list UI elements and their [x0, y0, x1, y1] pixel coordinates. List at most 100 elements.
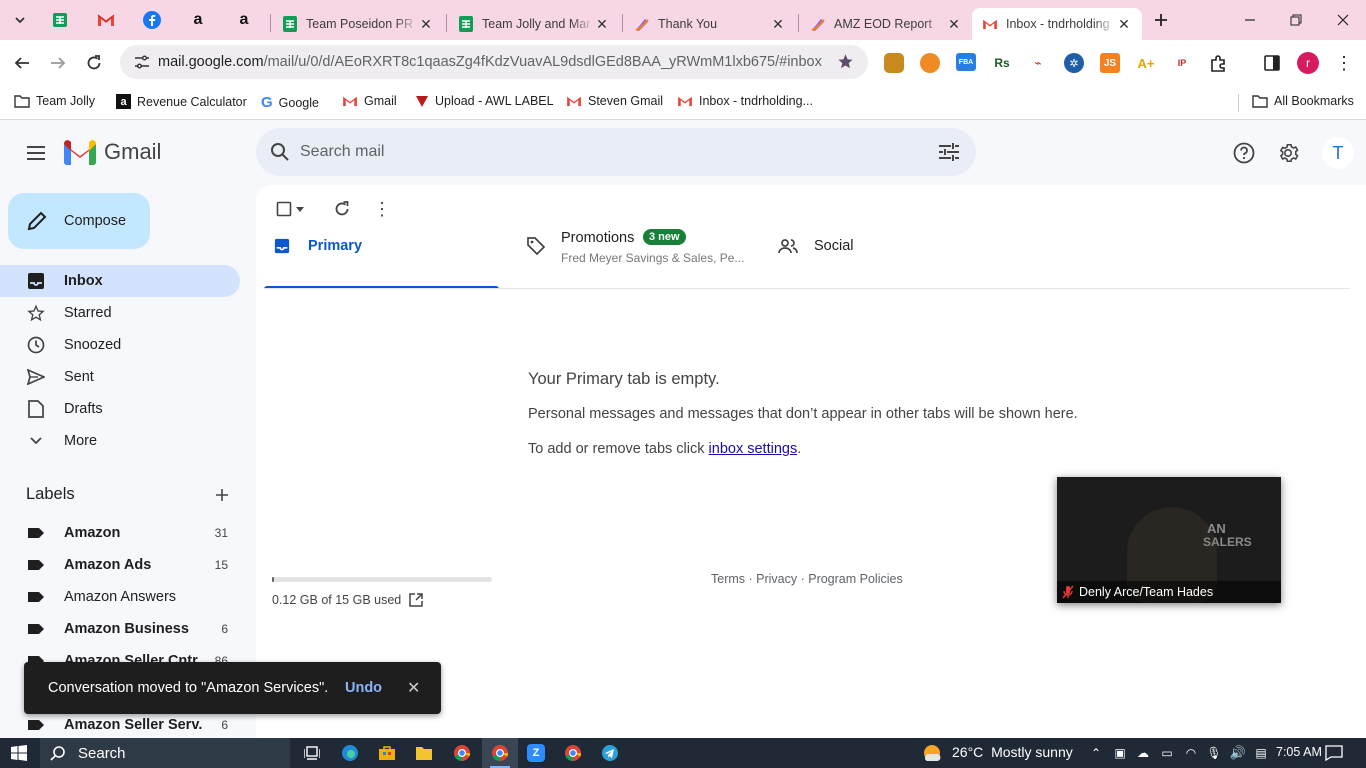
back-button[interactable]: [10, 51, 34, 75]
settings-button[interactable]: [1274, 139, 1302, 167]
extensions-button[interactable]: [1208, 52, 1230, 74]
weather-icon[interactable]: [920, 738, 944, 768]
privacy-link[interactable]: Privacy: [756, 572, 797, 586]
weather-text[interactable]: 26°C Mostly sunny: [952, 744, 1073, 760]
inbox-settings-link[interactable]: inbox settings: [709, 441, 798, 457]
tab-inbox-active[interactable]: Inbox - tndrholding ✕: [972, 8, 1142, 40]
label-amazon[interactable]: Amazon 31: [0, 517, 240, 549]
task-view-icon[interactable]: [300, 738, 324, 768]
side-panel-button[interactable]: [1262, 52, 1282, 74]
microphone-icon[interactable]: 🎙: [1206, 738, 1222, 768]
extension-js-icon[interactable]: JS: [1100, 53, 1120, 73]
pinned-tab-facebook[interactable]: [138, 10, 166, 30]
start-button[interactable]: [6, 738, 32, 768]
close-icon[interactable]: ✕: [594, 16, 610, 33]
notification-icon[interactable]: [1322, 738, 1346, 768]
chrome-icon[interactable]: [450, 738, 474, 768]
program-policies-link[interactable]: Program Policies: [808, 572, 902, 586]
reload-button[interactable]: [82, 51, 106, 75]
search-options-icon[interactable]: [938, 143, 960, 161]
bookmark-upload-awl[interactable]: Upload - AWL LABEL: [415, 94, 554, 108]
close-icon[interactable]: ✕: [770, 16, 786, 33]
extension-1-icon[interactable]: [884, 53, 904, 73]
meet-icon[interactable]: ▣: [1112, 738, 1128, 768]
telegram-icon[interactable]: [598, 738, 622, 768]
bookmark-team-jolly[interactable]: Team Jolly: [14, 94, 95, 108]
support-button[interactable]: [1230, 139, 1258, 167]
refresh-button[interactable]: [330, 197, 354, 221]
label-amazon-answers[interactable]: Amazon Answers: [0, 581, 240, 613]
address-bar[interactable]: mail.google.com/mail/u/0/d/AEoRXRT8c1qaa…: [120, 45, 868, 79]
extension-scout-icon[interactable]: A+: [1136, 53, 1156, 73]
profile-avatar[interactable]: r: [1297, 52, 1319, 74]
close-icon[interactable]: ✕: [407, 678, 420, 698]
tab-team-jolly[interactable]: Team Jolly and Mar ✕: [448, 8, 620, 40]
external-link-icon[interactable]: [409, 593, 423, 607]
bookmark-star-icon[interactable]: [837, 53, 854, 70]
store-icon[interactable]: [375, 738, 399, 768]
tab-social[interactable]: Social: [772, 230, 1012, 290]
clock[interactable]: 7:05 AM: [1276, 745, 1322, 759]
taskbar-search[interactable]: Search: [40, 738, 290, 768]
label-amazon-business[interactable]: Amazon Business 6: [0, 613, 240, 645]
extension-2-icon[interactable]: [920, 53, 940, 73]
new-tab-button[interactable]: [1147, 10, 1175, 30]
nav-more[interactable]: More: [0, 425, 240, 457]
bookmark-gmail[interactable]: Gmail: [342, 94, 397, 108]
zoom-icon[interactable]: Z: [524, 738, 548, 768]
tab-promotions[interactable]: Promotions 3 new Fred Meyer Savings & Sa…: [518, 229, 758, 290]
extension-6-icon[interactable]: ✲: [1064, 53, 1084, 73]
bookmark-steven-gmail[interactable]: Steven Gmail: [566, 94, 663, 108]
pinned-tab-amazon-2[interactable]: a: [230, 10, 258, 30]
tab-search-button[interactable]: [6, 10, 34, 30]
close-window-button[interactable]: [1329, 10, 1357, 30]
undo-button[interactable]: Undo: [345, 680, 382, 696]
battery-icon[interactable]: ▭: [1158, 738, 1176, 768]
nav-drafts[interactable]: Drafts: [0, 393, 240, 425]
more-options-icon[interactable]: ⋮: [370, 197, 394, 221]
close-icon[interactable]: ✕: [946, 16, 962, 33]
bookmark-google[interactable]: G Google: [261, 94, 319, 111]
bookmark-inbox-tndrholding[interactable]: Inbox - tndrholding...: [677, 94, 813, 108]
nav-sent[interactable]: Sent: [0, 361, 240, 393]
terms-link[interactable]: Terms: [711, 572, 745, 586]
tab-team-poseidon[interactable]: Team Poseidon PR S ✕: [272, 8, 444, 40]
gmail-logo[interactable]: Gmail: [64, 139, 161, 165]
file-explorer-icon[interactable]: [412, 738, 436, 768]
search-icon[interactable]: [270, 142, 290, 162]
video-call-window[interactable]: AN SALERS Denly Arce/Team Hades: [1057, 477, 1281, 603]
pinned-tab-gmail[interactable]: [92, 10, 120, 30]
search-input[interactable]: Search mail: [300, 143, 384, 161]
site-info-icon[interactable]: [134, 55, 150, 69]
extension-alert-icon[interactable]: IP: [1172, 53, 1192, 73]
restore-button[interactable]: [1282, 10, 1310, 30]
minimize-button[interactable]: [1236, 10, 1264, 30]
forward-button[interactable]: [46, 51, 70, 75]
edge-icon[interactable]: [338, 738, 362, 768]
nav-starred[interactable]: Starred: [0, 297, 240, 329]
browser-menu-icon[interactable]: ⋮: [1334, 52, 1354, 74]
show-hidden-icons[interactable]: ⌃: [1088, 738, 1104, 768]
create-label-button[interactable]: [210, 483, 234, 507]
chrome-active-icon[interactable]: [482, 738, 518, 768]
nav-inbox[interactable]: Inbox: [0, 265, 240, 297]
all-bookmarks-button[interactable]: All Bookmarks: [1252, 94, 1354, 108]
search-bar[interactable]: Search mail: [256, 128, 976, 176]
bookmark-revenue-calculator[interactable]: a Revenue Calculator: [116, 94, 247, 109]
nav-snoozed[interactable]: Snoozed: [0, 329, 240, 361]
onedrive-icon[interactable]: ☁: [1134, 738, 1152, 768]
volume-icon[interactable]: 🔊: [1228, 738, 1248, 768]
compose-button[interactable]: Compose: [8, 193, 150, 249]
pinned-tab-sheets[interactable]: [46, 10, 74, 30]
tab-primary[interactable]: Primary: [264, 230, 499, 290]
wifi-icon[interactable]: ◠: [1182, 738, 1200, 768]
tab-thank-you[interactable]: Thank You ✕: [624, 8, 796, 40]
close-icon[interactable]: ✕: [418, 16, 434, 33]
tab-amz-eod-report[interactable]: AMZ EOD Report ✕: [800, 8, 972, 40]
extension-rs-icon[interactable]: Rs: [992, 53, 1012, 73]
chrome-profile-icon[interactable]: [561, 738, 585, 768]
language-icon[interactable]: ▤: [1252, 738, 1270, 768]
select-all-checkbox[interactable]: [272, 199, 308, 219]
main-menu-button[interactable]: [22, 139, 50, 167]
label-amazon-ads[interactable]: Amazon Ads 15: [0, 549, 240, 581]
